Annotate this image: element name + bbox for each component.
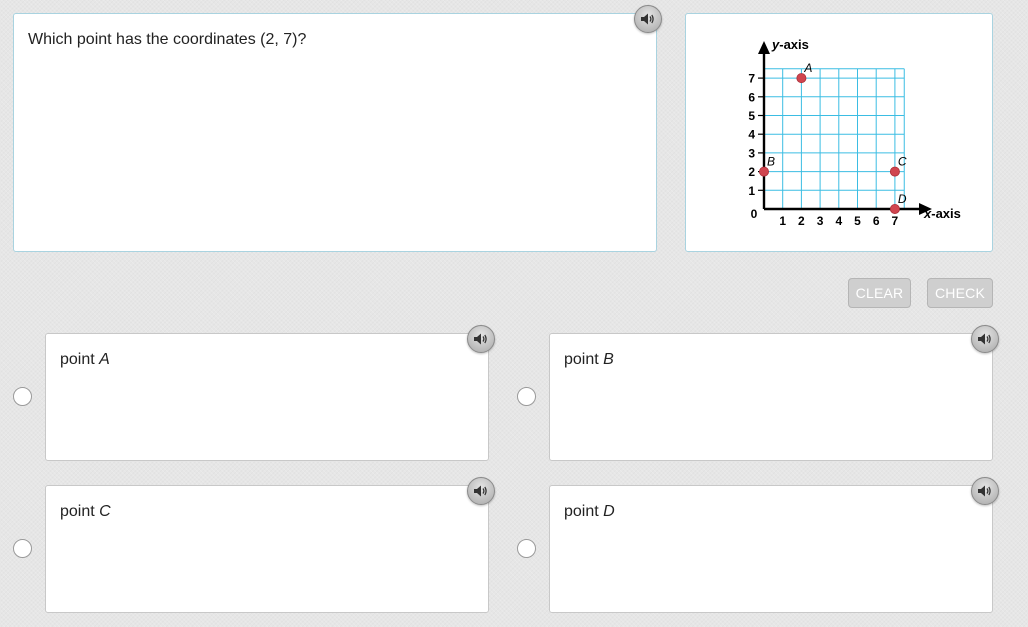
y-tick-label: 1 <box>748 184 755 198</box>
x-tick-label: 6 <box>873 214 880 228</box>
option-c-audio-button[interactable] <box>467 477 495 505</box>
origin-label: 0 <box>751 207 758 221</box>
point-label-c: C <box>898 155 907 169</box>
x-tick-label: 3 <box>817 214 824 228</box>
speaker-icon <box>978 485 991 497</box>
y-tick-label: 2 <box>748 165 755 179</box>
option-d-audio-button[interactable] <box>971 477 999 505</box>
speaker-icon <box>641 13 654 25</box>
coordinate-graph: 12345671 2 3 4 5 6 70y-axisx-axis AB CD <box>748 37 961 228</box>
option-b-card[interactable]: point B <box>549 333 993 461</box>
x-tick-label: 4 <box>835 214 842 228</box>
option-d-label: point D <box>564 503 615 520</box>
graph-panel: 1 2 3 4 5 6 7 1 2 3 4 5 6 7 0 y-axis x-axis ABCD <box>685 13 993 252</box>
x-tick-label: 1 <box>779 214 786 228</box>
option-d-radio[interactable] <box>517 539 536 558</box>
option-b-audio-button[interactable] <box>971 325 999 353</box>
y-tick-label: 6 <box>748 90 755 104</box>
speaker-icon <box>978 333 991 345</box>
speaker-icon <box>474 333 487 345</box>
x-axis-title: x-axis <box>923 206 961 221</box>
option-a-label: point A <box>60 351 110 368</box>
question-panel: Which point has the coordinates (2, 7)? <box>13 13 657 252</box>
x-tick-label: 7 <box>892 214 899 228</box>
option-d-card[interactable]: point D <box>549 485 993 613</box>
option-c-radio[interactable] <box>13 539 32 558</box>
point-label-a: A <box>803 61 812 75</box>
y-tick-label: 3 <box>748 146 755 160</box>
option-b-radio[interactable] <box>517 387 536 406</box>
option-c-card[interactable]: point C <box>45 485 489 613</box>
point-label-b: B <box>767 155 775 169</box>
clear-button[interactable]: CLEAR <box>848 278 911 308</box>
speaker-icon <box>474 485 487 497</box>
question-audio-button[interactable] <box>634 5 662 33</box>
option-a-card[interactable]: point A <box>45 333 489 461</box>
y-tick-label: 7 <box>748 72 755 86</box>
y-axis-arrow <box>758 41 770 54</box>
check-button[interactable]: CHECK <box>927 278 993 308</box>
point-label-d: D <box>898 192 907 206</box>
option-a-radio[interactable] <box>13 387 32 406</box>
x-tick-label: 5 <box>854 214 861 228</box>
y-tick-label: 4 <box>748 128 755 142</box>
y-axis-title: y-axis <box>771 37 809 52</box>
x-tick-label: 2 <box>798 214 805 228</box>
option-b-label: point B <box>564 351 614 368</box>
option-c-label: point C <box>60 503 111 520</box>
question-text: Which point has the coordinates (2, 7)? <box>28 31 307 48</box>
option-a-audio-button[interactable] <box>467 325 495 353</box>
y-tick-label: 5 <box>748 109 755 123</box>
